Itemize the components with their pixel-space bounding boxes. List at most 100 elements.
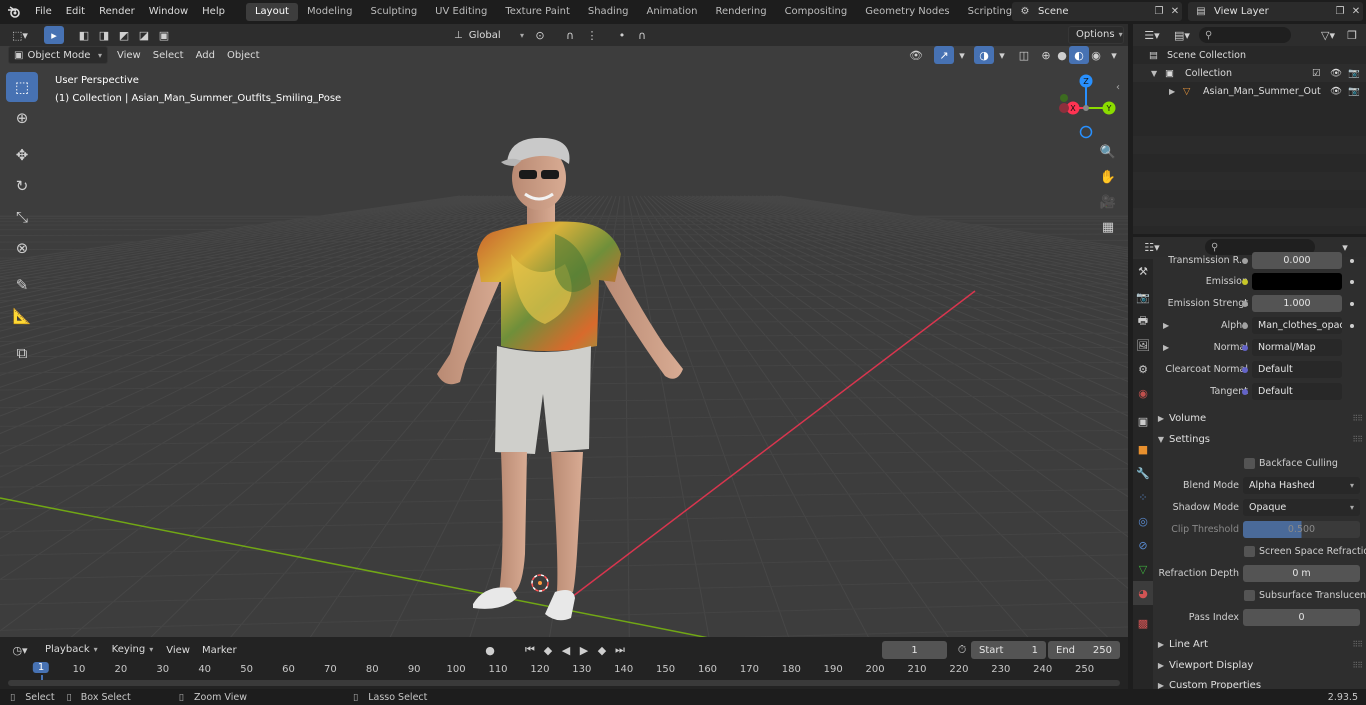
menu-view[interactable]: View bbox=[111, 50, 147, 61]
select-extend-icon[interactable]: ◨ bbox=[94, 26, 114, 44]
drag-handle-icon[interactable]: ⠿⠿ bbox=[1352, 435, 1363, 444]
outliner[interactable]: ☰▾ ▤▾ ⚲ ▽▾ ❐ ▤ Scene Collection ▼ ▣ Coll… bbox=[1133, 24, 1366, 234]
camera-icon[interactable]: 📷 bbox=[1348, 86, 1366, 97]
jump-end-icon[interactable]: ⏭ bbox=[610, 641, 630, 659]
tab-shading[interactable]: Shading bbox=[579, 3, 638, 21]
perspective-grid-icon[interactable]: ▦ bbox=[1097, 216, 1119, 238]
current-frame-field[interactable]: 1 bbox=[882, 641, 947, 659]
scene-selector[interactable]: ⚙ Scene ❐ ✕ bbox=[1012, 2, 1182, 21]
visibility-icon[interactable]: 👁 bbox=[903, 46, 929, 64]
keyframe-dot-icon[interactable] bbox=[1350, 301, 1354, 306]
xray-icon[interactable]: ◫ bbox=[1014, 46, 1034, 64]
tab-texture-paint[interactable]: Texture Paint bbox=[496, 3, 579, 21]
delete-scene-icon[interactable]: ✕ bbox=[1168, 6, 1182, 17]
pan-hand-icon[interactable]: ✋ bbox=[1097, 166, 1119, 188]
new-collection-icon[interactable]: ❐ bbox=[1341, 26, 1363, 44]
volume-panel-header[interactable]: ▶ Volume ⠿⠿ bbox=[1153, 408, 1366, 428]
keyframe-dot-icon[interactable] bbox=[1350, 323, 1354, 328]
texture-tab-icon[interactable]: ▩ bbox=[1133, 611, 1153, 635]
viewport-display-panel-header[interactable]: ▶ Viewport Display ⠿⠿ bbox=[1153, 655, 1366, 675]
transform-orientation-dropdown[interactable]: ⊥ Global ▾ bbox=[454, 26, 524, 44]
gizmo-toggle-icon[interactable]: ↗ bbox=[934, 46, 954, 64]
rotate-tool-icon[interactable]: ↻ bbox=[6, 171, 38, 201]
navigation-gizmo[interactable]: Z Y X bbox=[1050, 68, 1128, 144]
camera-view-icon[interactable]: 🎥 bbox=[1097, 191, 1119, 213]
expand-arrow-icon[interactable]: ▶ bbox=[1163, 343, 1169, 352]
tab-uv-editing[interactable]: UV Editing bbox=[426, 3, 496, 21]
object-tab-icon[interactable]: ■ bbox=[1133, 437, 1153, 461]
outliner-search-input[interactable]: ⚲ bbox=[1199, 27, 1291, 43]
line-art-panel-header[interactable]: ▶ Line Art ⠿⠿ bbox=[1153, 634, 1366, 654]
cursor-tool-icon[interactable]: ⊕ bbox=[6, 103, 38, 133]
delete-view-layer-icon[interactable]: ✕ bbox=[1349, 6, 1363, 17]
blend-mode-dropdown[interactable]: Alpha Hashed ▾ bbox=[1243, 477, 1360, 494]
add-cube-tool-icon[interactable]: ⧉ bbox=[6, 338, 38, 368]
transmission-field[interactable]: 0.000 bbox=[1252, 252, 1342, 269]
display-mode-icon[interactable]: ▤▾ bbox=[1169, 26, 1195, 44]
alpha-link-field[interactable]: Man_clothes_opacit... bbox=[1252, 317, 1342, 334]
world-tab-icon[interactable]: ◉ bbox=[1133, 381, 1153, 405]
refraction-depth-field[interactable]: 0 m bbox=[1243, 565, 1360, 582]
jump-start-icon[interactable]: ⏮ bbox=[520, 641, 540, 659]
select-new-icon[interactable]: ◧ bbox=[74, 26, 94, 44]
menu-select[interactable]: Select bbox=[147, 50, 190, 61]
editor-type-icon[interactable]: ◷▾ bbox=[6, 641, 34, 659]
falloff-icon[interactable]: ∩ bbox=[632, 26, 652, 44]
material-tab-icon[interactable]: ◕ bbox=[1133, 581, 1153, 605]
eye-icon[interactable]: 👁 bbox=[1330, 86, 1348, 97]
snap-icon[interactable]: ∩ bbox=[560, 26, 580, 44]
expand-arrow-icon[interactable]: ▶ bbox=[1169, 87, 1183, 96]
stopwatch-icon[interactable]: ⏱ bbox=[952, 641, 972, 659]
editor-type-icon[interactable]: ⬚▾ bbox=[6, 26, 34, 44]
proportional-edit-icon[interactable]: • bbox=[612, 26, 632, 44]
copy-view-layer-icon[interactable]: ❐ bbox=[1331, 6, 1349, 17]
menu-edit[interactable]: Edit bbox=[59, 0, 92, 24]
object-mode-dropdown[interactable]: ▣ Object Mode ▾ bbox=[8, 46, 108, 64]
menu-object[interactable]: Object bbox=[221, 50, 266, 61]
prev-keyframe-icon[interactable]: ◆ bbox=[538, 641, 558, 659]
select-intersect-icon[interactable]: ▣ bbox=[154, 26, 174, 44]
select-subtract-icon[interactable]: ◩ bbox=[114, 26, 134, 44]
select-invert-icon[interactable]: ◪ bbox=[134, 26, 154, 44]
menu-add[interactable]: Add bbox=[190, 50, 221, 61]
shadow-mode-dropdown[interactable]: Opaque ▾ bbox=[1243, 499, 1360, 516]
properties-editor[interactable]: ☷▾ ⚲ ▾ ⚒ 📷 🖶 🖼 ⚙ ◉ ▣ ■ 🔧 ⁘ ◎ ⊘ ▽ ◕ ▩ Tra… bbox=[1133, 237, 1366, 689]
play-icon[interactable]: ▶ bbox=[574, 641, 594, 659]
tab-compositing[interactable]: Compositing bbox=[776, 3, 857, 21]
tangent-field[interactable]: Default bbox=[1252, 383, 1342, 400]
next-keyframe-icon[interactable]: ◆ bbox=[592, 641, 612, 659]
tab-animation[interactable]: Animation bbox=[638, 3, 707, 21]
clip-threshold-slider[interactable]: 0.500 bbox=[1243, 521, 1360, 538]
menu-view[interactable]: View bbox=[160, 645, 196, 656]
expand-arrow-icon[interactable]: ▶ bbox=[1163, 321, 1169, 330]
emission-color-field[interactable] bbox=[1252, 273, 1342, 290]
view-layer-tab-icon[interactable]: 🖼 bbox=[1133, 333, 1153, 357]
tab-modeling[interactable]: Modeling bbox=[298, 3, 362, 21]
transform-tool-icon[interactable]: ⊗ bbox=[6, 233, 38, 263]
move-tool-icon[interactable]: ✥ bbox=[6, 140, 38, 170]
scene-tab-icon[interactable]: ⚙ bbox=[1133, 357, 1153, 381]
output-tab-icon[interactable]: 🖶 bbox=[1133, 309, 1153, 333]
tool-tab-icon[interactable]: ⚒ bbox=[1133, 259, 1153, 283]
timeline-ruler[interactable]: 1 10 20 30 40 50 60 70 80 90 100 110 120 130 140 150 160… bbox=[0, 661, 1128, 685]
zoom-icon[interactable]: 🔍 bbox=[1097, 141, 1119, 163]
particles-tab-icon[interactable]: ⁘ bbox=[1133, 485, 1153, 509]
physics-tab-icon[interactable]: ◎ bbox=[1133, 509, 1153, 533]
tab-layout[interactable]: Layout bbox=[245, 3, 298, 21]
outliner-row-scene-collection[interactable]: ▤ Scene Collection bbox=[1133, 46, 1366, 64]
eye-icon[interactable]: 👁 bbox=[1330, 68, 1348, 79]
outliner-row-collection[interactable]: ▼ ▣ Collection ☑ 👁 📷 bbox=[1133, 64, 1366, 82]
normal-link-field[interactable]: Normal/Map bbox=[1252, 339, 1342, 356]
end-frame-field[interactable]: End 250 bbox=[1048, 641, 1120, 659]
camera-icon[interactable]: 📷 bbox=[1348, 68, 1366, 79]
options-dropdown[interactable]: Options ▾ bbox=[1068, 26, 1124, 44]
tab-sculpting[interactable]: Sculpting bbox=[361, 3, 426, 21]
emission-strength-field[interactable]: 1.000 bbox=[1252, 295, 1342, 312]
drag-handle-icon[interactable]: ⠿⠿ bbox=[1352, 414, 1363, 423]
menu-window[interactable]: Window bbox=[142, 0, 195, 24]
settings-panel-header[interactable]: ▼ Settings ⠿⠿ bbox=[1153, 429, 1366, 449]
backface-culling-checkbox[interactable] bbox=[1244, 458, 1255, 469]
scale-tool-icon[interactable]: ⤡ bbox=[6, 202, 38, 232]
pass-index-field[interactable]: 0 bbox=[1243, 609, 1360, 626]
subsurface-translucency-checkbox[interactable] bbox=[1244, 590, 1255, 601]
